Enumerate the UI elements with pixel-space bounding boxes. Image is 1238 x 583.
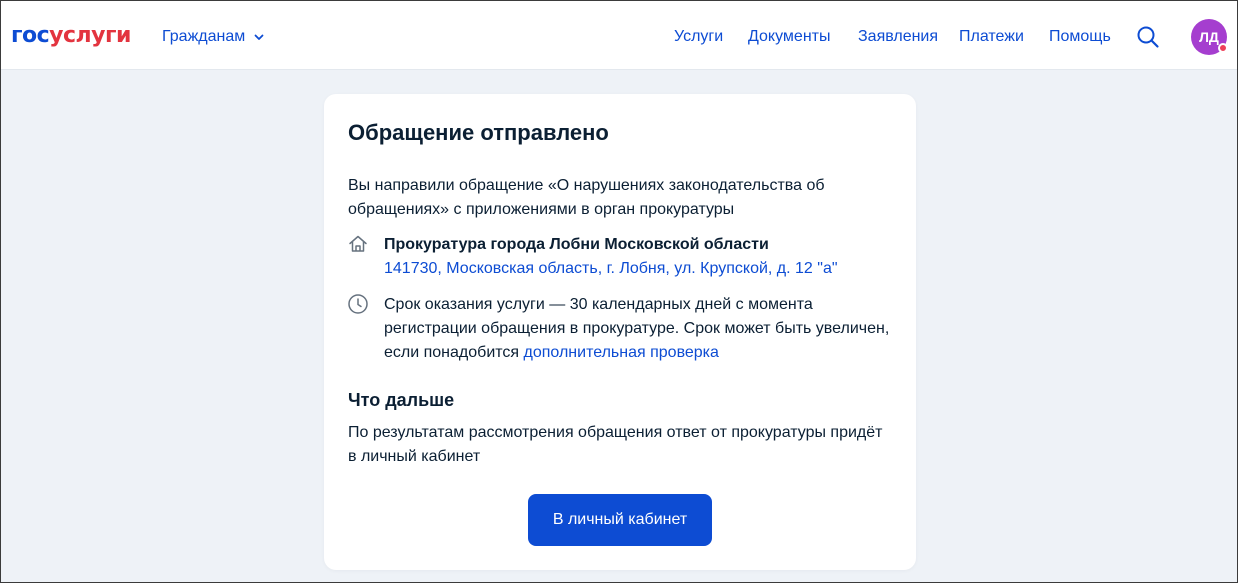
- page-title: Обращение отправлено: [348, 120, 609, 145]
- next-steps-title: Что дальше: [348, 390, 455, 410]
- avatar-initials: ЛД: [1199, 29, 1219, 45]
- office-name: Прокуратура города Лобни Московской обла…: [384, 236, 769, 253]
- nav-link-payments[interactable]: Платежи: [959, 27, 1024, 47]
- result-card: Обращение отправлено Вы направили обраще…: [324, 94, 916, 570]
- additional-check-link[interactable]: дополнительная проверка: [524, 344, 719, 361]
- service-term-text: Срок оказания услуги — 30 календарных дн…: [384, 293, 899, 365]
- next-steps-text: По результатам рассмотрения обращения от…: [348, 424, 883, 465]
- user-avatar[interactable]: ЛД: [1191, 19, 1228, 55]
- nav-link-help[interactable]: Помощь: [1049, 27, 1111, 47]
- audience-selector[interactable]: Гражданам: [162, 27, 265, 47]
- audience-label: Гражданам: [162, 28, 246, 45]
- search-icon[interactable]: [1136, 25, 1160, 49]
- nav-link-applications[interactable]: Заявления: [858, 27, 938, 47]
- intro-text: Вы направили обращение «О нарушениях зак…: [348, 177, 825, 218]
- top-header: госуслуги Гражданам Услуги Документы Зая…: [1, 1, 1237, 70]
- nav-link-services[interactable]: Услуги: [674, 27, 723, 47]
- nav-link-documents[interactable]: Документы: [748, 27, 830, 47]
- clock-icon: [348, 294, 368, 314]
- notification-dot-icon: [1218, 43, 1228, 53]
- chevron-down-icon: [254, 34, 264, 40]
- personal-cabinet-button[interactable]: В личный кабинет: [528, 494, 712, 546]
- gosuslugi-logo[interactable]: госуслуги: [11, 21, 131, 51]
- logo-part-gos: гос: [11, 23, 50, 48]
- home-icon: [349, 235, 367, 252]
- office-address-link[interactable]: 141730, Московская область, г. Лобня, ул…: [384, 257, 838, 281]
- logo-part-uslugi: услуги: [49, 23, 131, 48]
